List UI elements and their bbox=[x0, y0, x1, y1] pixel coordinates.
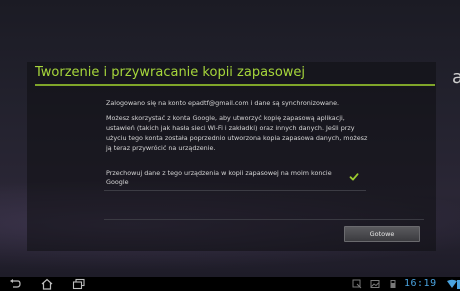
title-divider bbox=[35, 84, 435, 86]
dialog-divider bbox=[104, 219, 424, 220]
checkbox-checked-icon[interactable] bbox=[349, 172, 359, 182]
done-button[interactable]: Gotowe bbox=[344, 226, 420, 242]
recent-apps-icon[interactable] bbox=[72, 278, 86, 290]
home-icon[interactable] bbox=[40, 278, 54, 290]
signed-in-text: Zalogowano się na konto epadtf@gmail.com… bbox=[106, 99, 340, 107]
sdcard-icon bbox=[390, 280, 396, 288]
back-icon[interactable] bbox=[8, 278, 22, 290]
backup-description: Możesz skorzystać z konta Google, aby ut… bbox=[106, 114, 368, 152]
dialog-title: Tworzenie i przywracanie kopii zapasowej bbox=[35, 65, 306, 80]
screen-background: a Tworzenie i przywracanie kopii zapasow… bbox=[0, 0, 460, 277]
system-bar: 16:19 bbox=[0, 277, 460, 291]
backup-option-label: Przechowuj dane z tego urządzenia w kopi… bbox=[106, 169, 332, 186]
backup-option-row[interactable]: Przechowuj dane z tego urządzenia w kopi… bbox=[104, 166, 366, 191]
background-partial-text: a bbox=[452, 67, 460, 88]
screenshot-icon[interactable] bbox=[352, 279, 362, 289]
gallery-icon[interactable] bbox=[370, 279, 380, 289]
clock: 16:19 bbox=[404, 278, 437, 289]
backup-dialog bbox=[27, 62, 436, 251]
